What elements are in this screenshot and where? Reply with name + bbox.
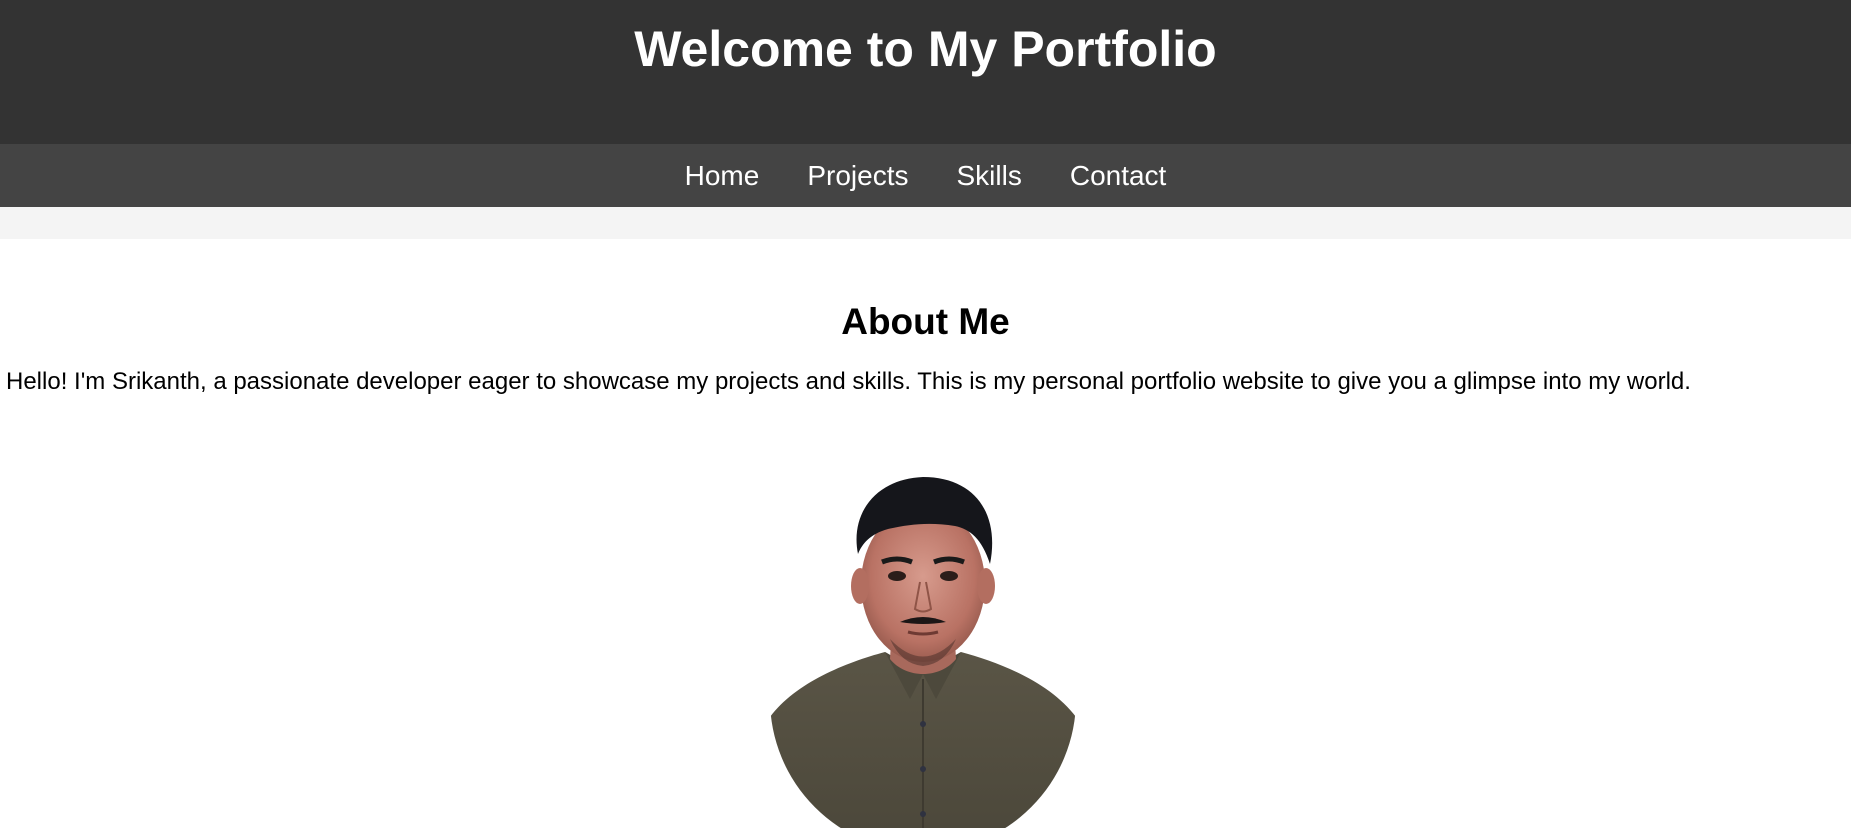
nav-link-skills[interactable]: Skills: [957, 159, 1022, 193]
nav-link-contact[interactable]: Contact: [1070, 159, 1167, 193]
about-heading: About Me: [841, 301, 1010, 342]
site-header: Welcome to My Portfolio: [0, 0, 1851, 144]
nav-link-projects[interactable]: Projects: [807, 159, 908, 193]
main-nav: Home Projects Skills Contact: [0, 144, 1851, 207]
nav-link-home[interactable]: Home: [685, 159, 760, 193]
about-section: About Me Hello! I'm Srikanth, a passiona…: [0, 239, 1851, 828]
section-divider: [0, 207, 1851, 239]
about-text: Hello! I'm Srikanth, a passionate develo…: [6, 368, 1691, 395]
profile-photo: [770, 474, 1076, 828]
page-title: Welcome to My Portfolio: [634, 21, 1217, 77]
